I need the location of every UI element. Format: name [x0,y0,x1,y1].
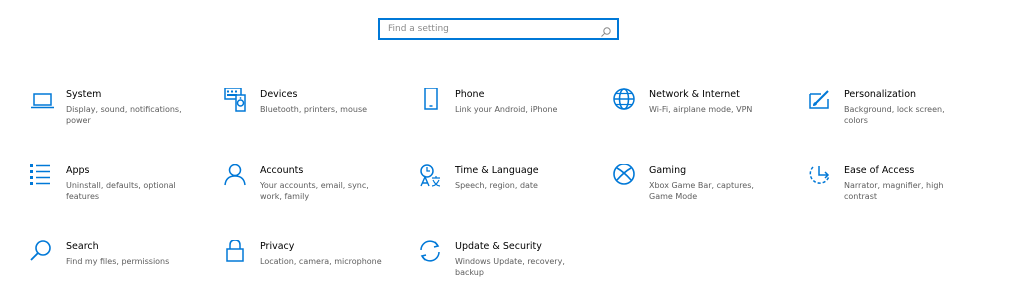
devices-icon [224,88,250,114]
apps-list-icon [30,164,56,190]
tile-title: Privacy [260,241,295,252]
tile-privacy[interactable]: Privacy Location, camera, microphone [224,240,404,300]
tile-network-internet[interactable]: Network & Internet Wi-Fi, airplane mode,… [613,88,793,148]
tile-title: Personalization [844,89,917,100]
tile-update-security[interactable]: Update & Security Windows Update, recove… [419,240,599,300]
tile-title: System [66,89,102,100]
tile-description: Display, sound, notifications, power [66,105,182,125]
time-language-icon [419,164,445,190]
tile-description: Background, lock screen, colors [844,105,945,125]
tile-description: Speech, region, date [455,181,538,190]
tile-description: Uninstall, defaults, optional features [66,181,176,201]
tile-title: Ease of Access [844,165,915,176]
tile-gaming[interactable]: Gaming Xbox Game Bar, captures, Game Mod… [613,164,793,224]
tile-description: Windows Update, recovery, backup [455,257,565,277]
tile-description: Narrator, magnifier, high contrast [844,181,944,201]
xbox-icon [613,164,639,190]
tile-phone[interactable]: Phone Link your Android, iPhone [419,88,599,148]
tile-description: Bluetooth, printers, mouse [260,105,368,114]
tile-ease-of-access[interactable]: Ease of Access Narrator, magnifier, high… [808,164,988,224]
tile-title: Gaming [649,165,687,176]
tile-title: Search [66,241,99,252]
globe-icon [613,88,639,114]
tile-title: Phone [455,89,485,100]
paint-icon [808,88,834,114]
ease-of-access-icon [808,164,834,190]
tile-system[interactable]: System Display, sound, notifications, po… [30,88,210,148]
tile-title: Devices [260,89,298,100]
tile-title: Apps [66,165,90,176]
magnifier-icon [30,240,56,266]
laptop-icon [30,88,56,114]
tile-description: Your accounts, email, sync, work, family [260,181,369,201]
tile-accounts[interactable]: Accounts Your accounts, email, sync, wor… [224,164,404,224]
tile-personalization[interactable]: Personalization Background, lock screen,… [808,88,988,148]
tile-apps[interactable]: Apps Uninstall, defaults, optional featu… [30,164,210,224]
tile-description: Location, camera, microphone [260,257,382,266]
tile-description: Wi-Fi, airplane mode, VPN [649,105,753,114]
tile-search[interactable]: Search Find my files, permissions [30,240,210,300]
tile-devices[interactable]: Devices Bluetooth, printers, mouse [224,88,404,148]
settings-grid: System Display, sound, notifications, po… [0,0,1024,307]
tile-description: Link your Android, iPhone [455,105,558,114]
tile-title: Accounts [260,165,304,176]
tile-description: Xbox Game Bar, captures, Game Mode [649,181,754,201]
tile-description: Find my files, permissions [66,257,170,266]
tile-time-language[interactable]: Time & Language Speech, region, date [419,164,599,224]
person-icon [224,164,250,190]
tile-title: Network & Internet [649,89,740,100]
phone-icon [419,88,445,114]
tile-title: Update & Security [455,241,542,252]
tile-title: Time & Language [455,165,539,176]
sync-arrows-icon [419,240,445,266]
lock-icon [224,240,250,266]
